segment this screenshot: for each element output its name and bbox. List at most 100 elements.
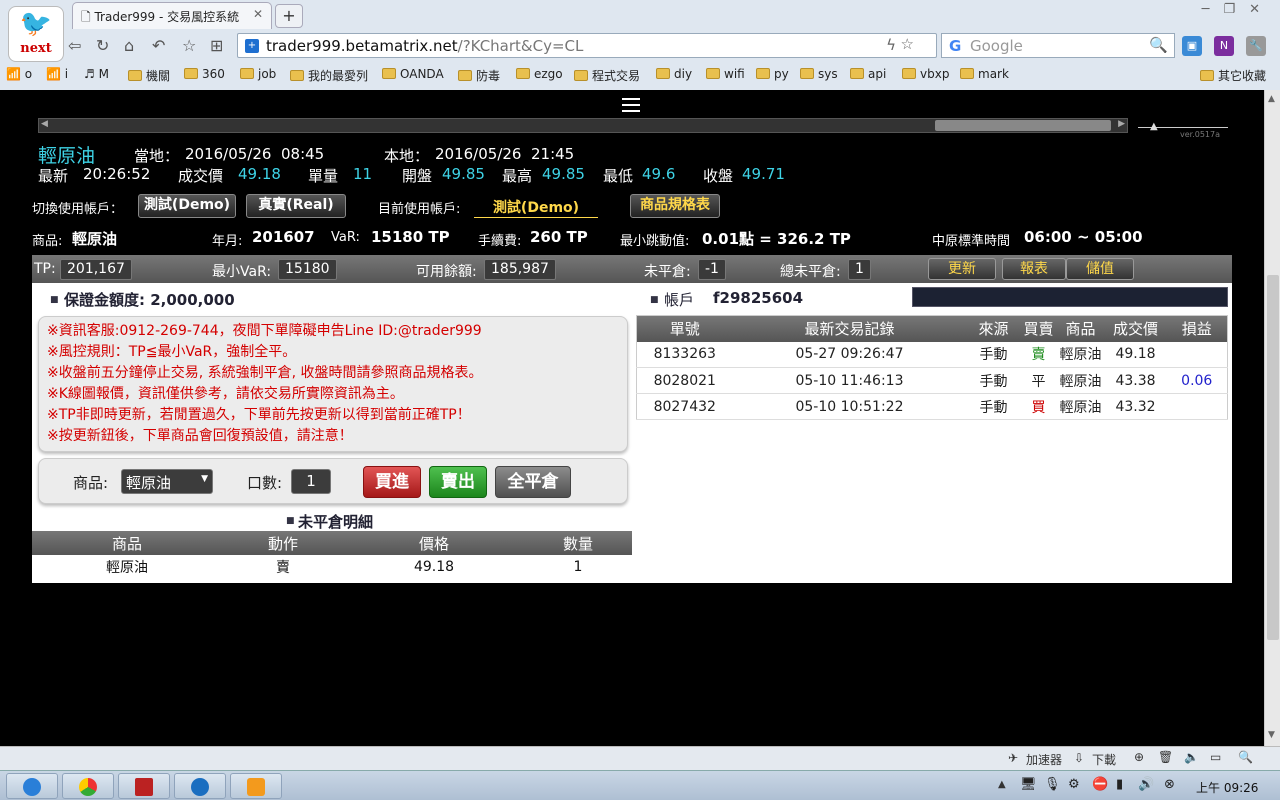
taskbar-media-button[interactable]	[230, 773, 282, 799]
bookmark-folder[interactable]: 程式交易	[574, 67, 640, 84]
taskbar-ie-button[interactable]	[6, 773, 58, 799]
bookmark-folder[interactable]: 我的最愛列	[290, 67, 368, 84]
tray-network-icon[interactable]: ⛔	[1092, 777, 1108, 792]
browser-logo[interactable]: 🐦 next	[8, 6, 64, 62]
accelerator-icon[interactable]: ✈	[1008, 751, 1018, 765]
back-icon[interactable]: ⇦	[68, 36, 81, 55]
sell-button[interactable]: 賣出	[429, 466, 487, 498]
col-header: 商品	[1065, 320, 1096, 339]
new-tab-button[interactable]: +	[275, 4, 303, 28]
bookmark-folder[interactable]: api	[850, 67, 886, 81]
tray-mic-icon[interactable]: 🎙	[1044, 777, 1061, 792]
spec-month-label: 年月:	[212, 234, 243, 249]
scroll-up-icon[interactable]: ▲	[1268, 94, 1275, 104]
bookmark-folder[interactable]: 防毒	[458, 67, 500, 84]
close-all-button[interactable]: 全平倉	[495, 466, 571, 498]
onenote-icon[interactable]: N	[1214, 36, 1234, 56]
scroll-down-icon[interactable]: ▼	[1268, 730, 1275, 740]
tray-close-icon[interactable]: ⊗	[1164, 777, 1175, 792]
zoom-icon[interactable]: 🔍	[1238, 750, 1253, 764]
table-row[interactable]: 8027432 05-10 10:51:22 手動 買 輕原油 43.32	[636, 393, 1228, 420]
bookmark-folder[interactable]: mark	[960, 67, 1009, 81]
bookmark-folder[interactable]: 機關	[128, 67, 170, 84]
bookmark-folder[interactable]: diy	[656, 67, 692, 81]
taskbar-app-button[interactable]	[118, 773, 170, 799]
taskbar-edge-button[interactable]	[174, 773, 226, 799]
bookmark-star-icon[interactable]: ☆	[901, 35, 914, 53]
cell-time: 05-27 09:26:47	[732, 341, 967, 368]
tray-battery-icon[interactable]: ▮	[1116, 777, 1123, 792]
scroll-left-icon[interactable]: ◀	[41, 119, 48, 129]
notice-line: ※K線圖報價，資訊僅供參考，請依交易所實際資訊為主。	[47, 386, 404, 402]
minimize-icon[interactable]: ─	[1202, 2, 1224, 17]
bookmark-item[interactable]: 📶 o	[6, 67, 32, 81]
page-scroll-thumb[interactable]	[1267, 275, 1279, 640]
star-icon[interactable]: ☆	[182, 36, 196, 55]
trash-icon[interactable]: 🗑	[1158, 750, 1173, 764]
page-scrollbar[interactable]: ▲ ▼	[1264, 90, 1280, 746]
spec-hours-label: 中原標準時間	[932, 234, 1011, 249]
bookmark-folder[interactable]: OANDA	[382, 67, 444, 81]
close-tab-icon[interactable]: ✕	[253, 7, 263, 21]
tray-volume-icon[interactable]: 🔊	[1138, 777, 1154, 792]
reload-icon[interactable]: ↻	[96, 36, 109, 55]
download-label[interactable]: 下載	[1092, 751, 1116, 768]
table-row[interactable]: 8133263 05-27 09:26:47 手動 賣 輕原油 49.18	[636, 341, 1228, 368]
report-button[interactable]: 報表	[1002, 258, 1066, 280]
bookmark-folder-other[interactable]: 其它收藏	[1200, 67, 1266, 84]
bookmark-folder[interactable]: py	[756, 67, 789, 81]
bookmark-item[interactable]: 📶 i	[46, 67, 68, 81]
demo-account-button[interactable]: 測試(Demo)	[138, 194, 236, 218]
download-icon[interactable]: ⇩	[1074, 751, 1084, 765]
col-header: 成交價	[1112, 320, 1158, 339]
apps-icon[interactable]: ⊞	[210, 36, 223, 55]
taskbar-chrome-button[interactable]	[62, 773, 114, 799]
home-icon[interactable]: ⌂	[124, 36, 134, 55]
qty-value: 11	[353, 165, 373, 183]
bookmark-folder[interactable]: job	[240, 67, 276, 81]
buy-button[interactable]: 買進	[363, 466, 421, 498]
table-row[interactable]: 8028021 05-10 11:46:13 手動 平 輕原油 43.38 0.…	[636, 367, 1228, 394]
bookmark-item[interactable]: ♬ M	[84, 67, 109, 81]
spec-table-button[interactable]: 商品規格表	[630, 194, 720, 218]
bookmark-folder[interactable]: wifi	[706, 67, 745, 81]
screenshot-icon[interactable]: ▣	[1182, 36, 1202, 56]
positions-table: 商品 動作 價格 數量 輕原油 賣 49.18 1	[32, 531, 632, 579]
scroll-right-icon[interactable]: ▶	[1118, 119, 1125, 129]
lightning-icon[interactable]: ϟ	[886, 36, 896, 54]
browser-tab[interactable]: 🗋 Trader999 - 交易風控系統 ✕	[72, 2, 272, 29]
undo-icon[interactable]: ↶	[152, 36, 165, 55]
product-select[interactable]: 輕原油 ▼	[121, 469, 213, 494]
menu-icon[interactable]	[622, 98, 640, 112]
refresh-button[interactable]: 更新	[928, 258, 996, 280]
tray-expand-icon[interactable]: ▲	[998, 779, 1006, 790]
tray-usb-icon[interactable]: ⚙	[1068, 777, 1080, 792]
restore-icon[interactable]: ❐	[1223, 2, 1249, 17]
clock[interactable]: 上午 09:26	[1196, 779, 1258, 796]
bookmark-folder[interactable]: 360	[184, 67, 225, 81]
bookmark-folder[interactable]: ezgo	[516, 67, 563, 81]
search-icon[interactable]: 🔍	[1149, 36, 1168, 54]
accelerator-label[interactable]: 加速器	[1026, 751, 1062, 768]
product-select-value: 輕原油	[126, 474, 172, 492]
tray-monitor-icon[interactable]: 🖥	[1020, 777, 1037, 792]
add-icon[interactable]: ⊕	[1134, 750, 1144, 764]
speaker-icon[interactable]: 🔈	[1184, 750, 1199, 764]
search-input[interactable]: G Google 🔍	[941, 33, 1175, 58]
address-bar[interactable]: + trader999.betamatrix.net/?KChart&Cy=CL…	[237, 33, 956, 58]
close-window-icon[interactable]: ✕	[1249, 2, 1274, 17]
qty-input[interactable]: 1	[291, 469, 331, 494]
latest-label: 最新	[38, 167, 69, 185]
window-icon[interactable]: ▭	[1210, 750, 1221, 764]
spec-fee: 260 TP	[530, 228, 588, 246]
kchart-scroll-thumb[interactable]	[935, 120, 1111, 131]
zoom-knob-icon[interactable]: ▲	[1150, 121, 1158, 132]
url-host: trader999.betamatrix.net	[266, 37, 458, 55]
real-account-button[interactable]: 真實(Real)	[246, 194, 346, 218]
table-row[interactable]: 輕原油 賣 49.18 1	[32, 555, 632, 579]
wrench-icon[interactable]: 🔧	[1246, 36, 1266, 56]
bookmark-folder[interactable]: vbxp	[902, 67, 949, 81]
bookmark-folder[interactable]: sys	[800, 67, 838, 81]
kchart-scrollbar[interactable]: ◀ ▶	[38, 118, 1128, 133]
deposit-button[interactable]: 儲值	[1066, 258, 1134, 280]
